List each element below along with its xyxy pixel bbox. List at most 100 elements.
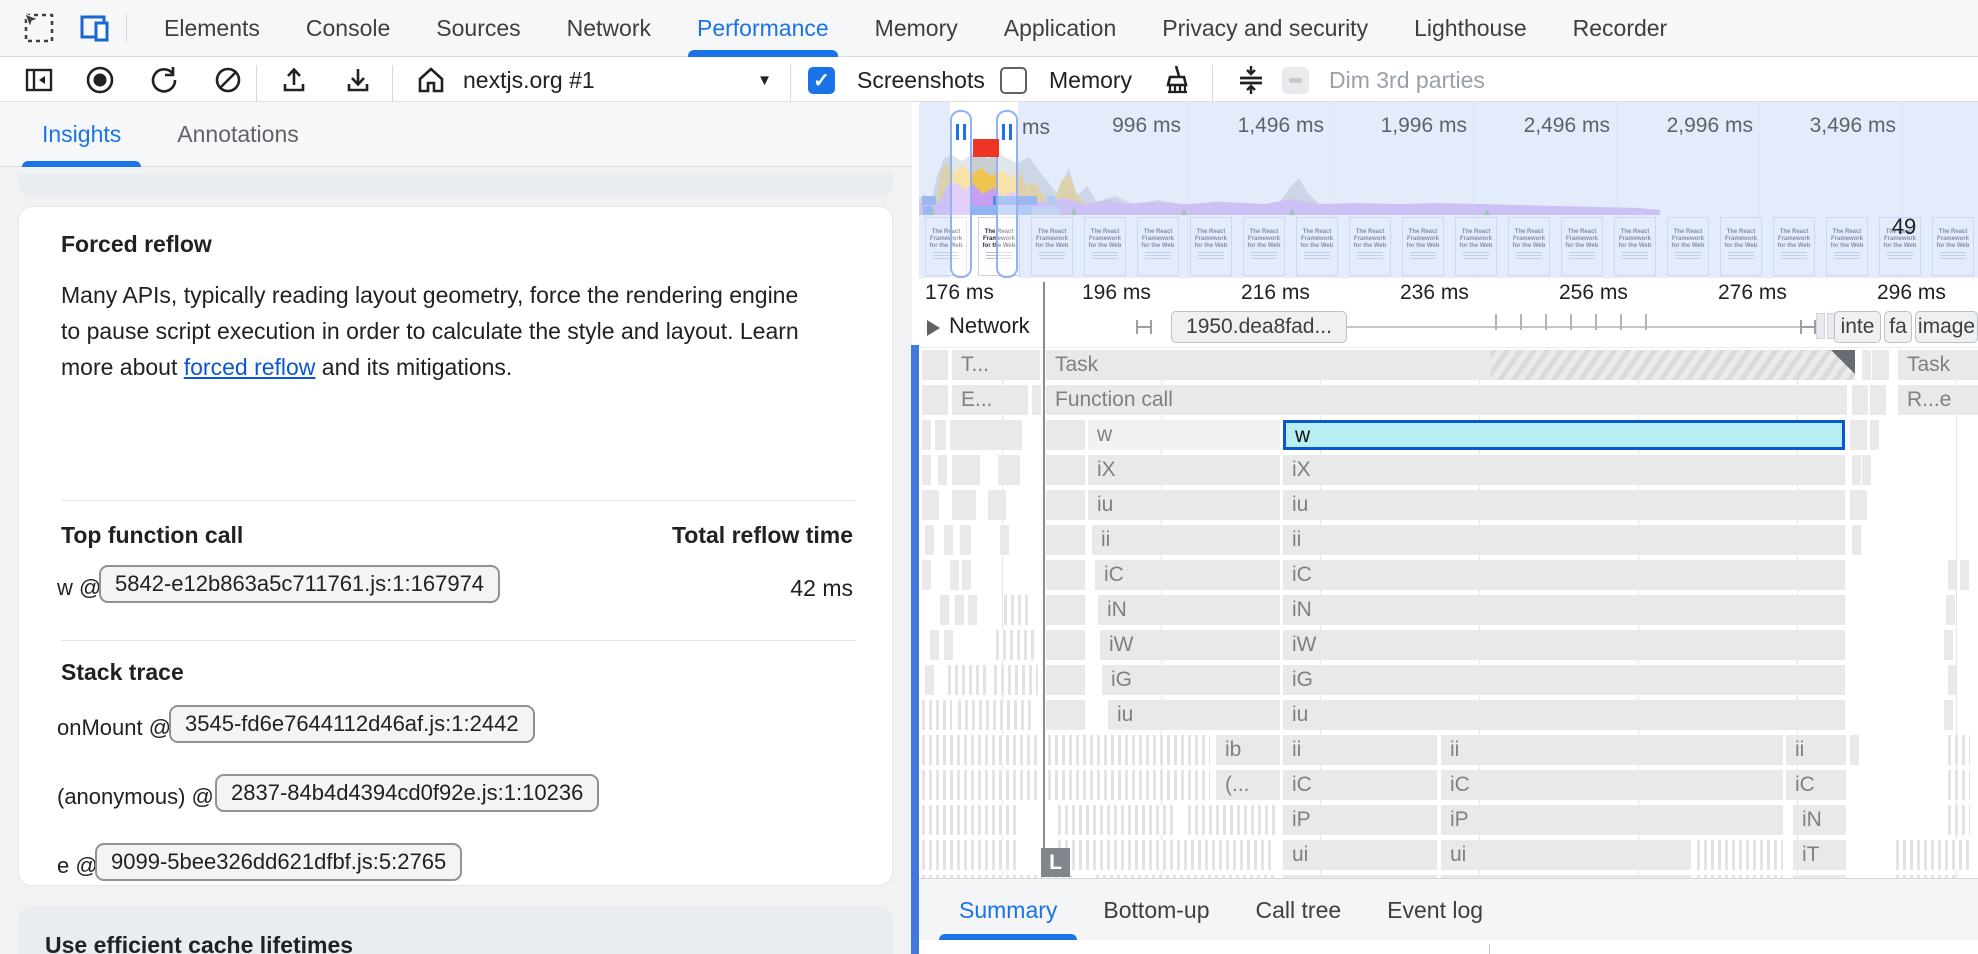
flame-event[interactable]: iC xyxy=(1786,770,1846,800)
tab-console[interactable]: Console xyxy=(283,0,413,57)
flame-event[interactable]: iC xyxy=(1283,770,1437,800)
load-marker-badge[interactable]: L xyxy=(1041,848,1070,877)
flame-event[interactable] xyxy=(952,490,976,520)
flame-event[interactable]: ii xyxy=(1283,735,1437,765)
details-tab-event-log[interactable]: Event log xyxy=(1373,879,1497,941)
profile-select[interactable]: nextjs.org #1 ▼ xyxy=(455,58,780,102)
flame-event[interactable] xyxy=(1046,490,1085,520)
flame-event[interactable] xyxy=(1850,735,1859,765)
flame-event[interactable]: ui xyxy=(1283,840,1437,870)
collapse-chart-icon[interactable] xyxy=(1234,58,1268,102)
timeline-minimap[interactable]: The ReactFrameworkfor the WebThe ReactFr… xyxy=(919,102,1978,278)
flame-event[interactable]: iu xyxy=(1108,700,1280,730)
flame-event-cluster[interactable] xyxy=(1188,805,1278,835)
flame-event[interactable]: ui xyxy=(1441,840,1691,870)
upload-profile-icon[interactable] xyxy=(278,58,310,102)
tab-memory[interactable]: Memory xyxy=(852,0,981,57)
flame-event[interactable] xyxy=(930,630,939,660)
flame-event[interactable]: iP xyxy=(1441,805,1783,835)
flame-event-cluster[interactable] xyxy=(958,700,1034,730)
tab-application[interactable]: Application xyxy=(981,0,1140,57)
flame-event[interactable] xyxy=(1877,385,1886,415)
flame-event[interactable]: iN xyxy=(1098,595,1280,625)
flame-event[interactable]: Function call xyxy=(1046,385,1847,415)
flame-event[interactable]: ii xyxy=(1283,525,1845,555)
flame-event-cluster[interactable] xyxy=(994,665,1038,695)
network-disclosure-triangle[interactable] xyxy=(927,320,940,336)
flame-event-cluster[interactable] xyxy=(922,700,952,730)
flame-event[interactable]: R...e xyxy=(1898,385,1978,415)
screenshots-checkbox[interactable]: ✓ xyxy=(808,58,835,102)
flame-event[interactable] xyxy=(922,350,948,380)
flame-event[interactable]: iW xyxy=(1283,630,1845,660)
flame-event[interactable] xyxy=(1046,630,1085,660)
sidebar-tab-annotations[interactable]: Annotations xyxy=(165,102,310,167)
flame-event[interactable] xyxy=(944,525,953,555)
flame-event[interactable] xyxy=(940,595,949,625)
flame-event[interactable] xyxy=(944,630,953,660)
flame-event[interactable] xyxy=(1944,630,1953,660)
flame-event[interactable] xyxy=(998,455,1020,485)
flame-event[interactable] xyxy=(950,420,1022,450)
flame-event[interactable]: iX xyxy=(1283,455,1845,485)
flame-event[interactable] xyxy=(1948,560,1957,590)
sidebar-tab-insights[interactable]: Insights xyxy=(30,102,133,167)
toggle-sidebar-icon[interactable] xyxy=(24,58,54,102)
flame-event-cluster[interactable] xyxy=(1004,595,1030,625)
flame-event[interactable]: Task xyxy=(1046,350,1855,380)
flame-event[interactable] xyxy=(1852,455,1861,485)
record-icon[interactable] xyxy=(84,58,116,102)
window-left-handle[interactable] xyxy=(950,110,972,278)
flame-event-cluster[interactable] xyxy=(1058,840,1274,870)
flame-event[interactable] xyxy=(922,420,931,450)
flame-event[interactable]: iC xyxy=(1283,560,1845,590)
flame-event[interactable]: E... xyxy=(952,385,1028,415)
top-call-source-chip[interactable]: 5842-e12b863a5c711761.js:1:167974 xyxy=(99,565,500,603)
flame-event-cluster[interactable] xyxy=(922,805,1018,835)
flame-event-cluster[interactable] xyxy=(1948,805,1970,835)
details-tab-bottom-up[interactable]: Bottom-up xyxy=(1089,879,1223,941)
flame-event[interactable] xyxy=(1852,525,1861,555)
flame-event[interactable] xyxy=(1862,350,1871,380)
tab-elements[interactable]: Elements xyxy=(141,0,283,57)
network-request-chip[interactable]: image xyxy=(1915,311,1978,343)
flame-event[interactable]: iP xyxy=(1283,805,1437,835)
flame-event[interactable]: iu xyxy=(1283,490,1845,520)
device-toolbar-icon[interactable] xyxy=(78,11,112,45)
flame-event[interactable] xyxy=(968,595,977,625)
flame-event-cluster[interactable] xyxy=(1058,805,1176,835)
flame-event-cluster[interactable] xyxy=(948,665,988,695)
flame-event[interactable]: w xyxy=(1283,420,1845,450)
tab-network[interactable]: Network xyxy=(544,0,674,57)
flame-event-cluster[interactable] xyxy=(1896,840,1970,870)
flame-event[interactable] xyxy=(1859,385,1868,415)
collect-garbage-icon[interactable] xyxy=(1156,58,1192,102)
flame-event[interactable] xyxy=(1046,455,1085,485)
network-request-chip[interactable]: inte xyxy=(1834,311,1881,343)
flame-event[interactable] xyxy=(1046,665,1085,695)
flame-event[interactable] xyxy=(930,490,939,520)
flame-event[interactable] xyxy=(962,560,971,590)
flame-event[interactable] xyxy=(1862,455,1871,485)
flame-chart[interactable]: T...TaskTaskE...Function callR...ewwiXiX… xyxy=(919,350,1978,878)
flame-event[interactable]: Task xyxy=(1898,350,1978,380)
stack-frame-source-chip[interactable]: 2837-84b4d4394cd0f92e.js:1:10236 xyxy=(215,774,599,812)
flame-event[interactable] xyxy=(1946,595,1955,625)
flame-event-cluster[interactable] xyxy=(922,735,1040,765)
flame-event[interactable]: iu xyxy=(1283,700,1845,730)
flame-event-cluster[interactable] xyxy=(1697,840,1783,870)
flame-event[interactable] xyxy=(1046,420,1085,450)
flame-event[interactable] xyxy=(935,420,946,450)
download-profile-icon[interactable] xyxy=(342,58,374,102)
flame-event[interactable]: iX xyxy=(1088,455,1280,485)
flame-event-cluster[interactable] xyxy=(1048,770,1210,800)
stack-frame-source-chip[interactable]: 3545-fd6e7644112d46af.js:1:2442 xyxy=(169,705,535,743)
tab-recorder[interactable]: Recorder xyxy=(1550,0,1691,57)
clear-icon[interactable] xyxy=(212,58,244,102)
flame-event-cluster[interactable] xyxy=(1948,735,1970,765)
stack-frame-source-chip[interactable]: 9099-5bee326dd621dfbf.js:5:2765 xyxy=(95,843,462,881)
flame-event[interactable] xyxy=(1046,595,1085,625)
flame-event[interactable] xyxy=(952,455,980,485)
flame-event[interactable] xyxy=(938,455,947,485)
flame-event[interactable]: ib xyxy=(1216,735,1280,765)
